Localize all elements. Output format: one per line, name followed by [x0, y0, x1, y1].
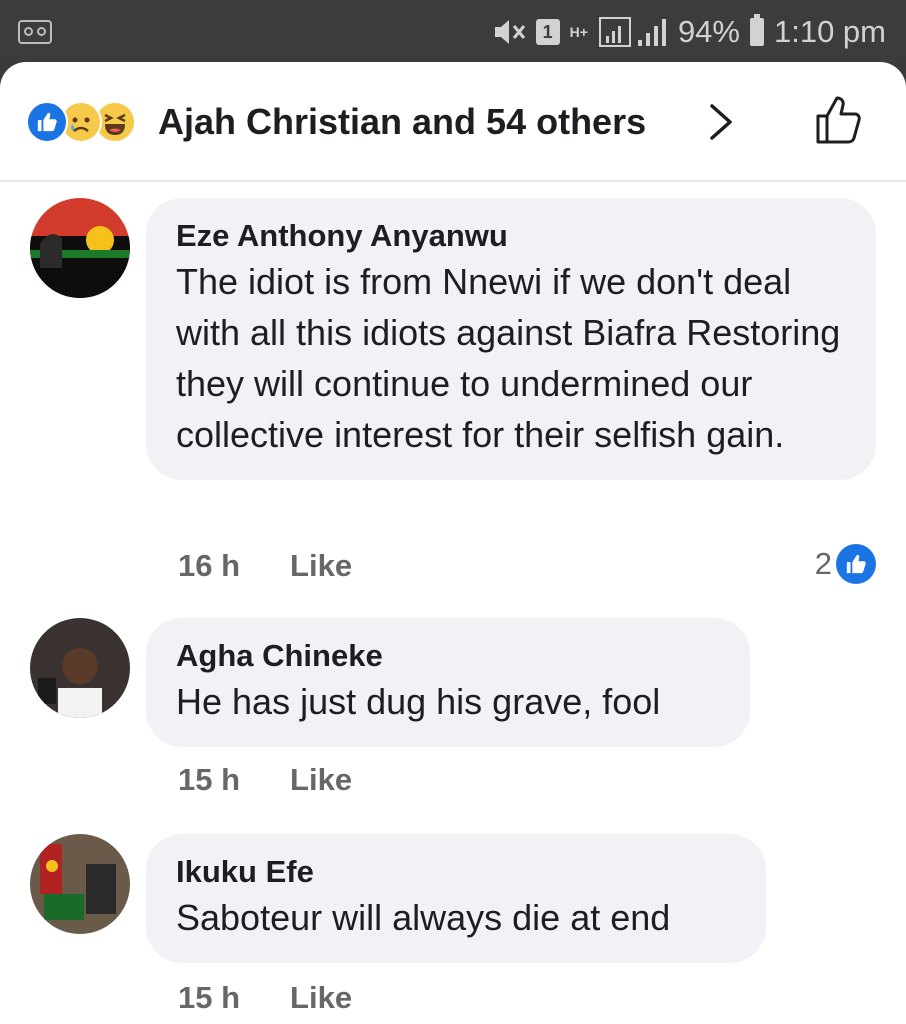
- sim-badge: 1: [535, 19, 560, 45]
- comment-like-button[interactable]: Like: [290, 978, 352, 1018]
- comment-bubble[interactable]: Agha Chineke He has just dug his grave, …: [146, 618, 750, 747]
- comment-author[interactable]: Ikuku Efe: [176, 852, 736, 892]
- comment-author[interactable]: Agha Chineke: [176, 636, 720, 676]
- comment-text: The idiot is from Nnewi if we don't deal…: [176, 261, 841, 455]
- signal-icon: [598, 16, 668, 48]
- mute-icon: [492, 17, 526, 47]
- reactions-header[interactable]: Ajah Christian and 54 others: [0, 62, 906, 182]
- comment-meta: 15 h Like: [178, 760, 352, 800]
- network-type-label: H+: [569, 24, 588, 40]
- status-bar: 1 H+ 94% 1:10 pm: [0, 0, 906, 62]
- comment-time[interactable]: 16 h: [178, 546, 240, 586]
- comment-text: Saboteur will always die at end: [176, 897, 671, 938]
- status-indicators: 1 H+ 94% 1:10 pm: [492, 10, 886, 54]
- comment-text: He has just dug his grave, fool: [176, 681, 661, 722]
- avatar[interactable]: [30, 618, 130, 718]
- battery-percent: 94%: [677, 14, 740, 49]
- like-count-value: 2: [814, 546, 832, 581]
- avatar[interactable]: [30, 198, 130, 298]
- clock: 1:10 pm: [773, 14, 886, 49]
- battery-icon: [749, 14, 764, 46]
- comment-time[interactable]: 15 h: [178, 760, 240, 800]
- chevron-right-icon[interactable]: [700, 100, 744, 144]
- avatar[interactable]: [30, 834, 130, 934]
- comments-sheet: Ajah Christian and 54 others Eze Anthony…: [0, 62, 906, 1024]
- comment-meta: 16 h Like: [178, 546, 352, 586]
- comment-bubble[interactable]: Eze Anthony Anyanwu The idiot is from Nn…: [146, 198, 876, 480]
- network-type-icon: H+: [570, 25, 588, 39]
- thumbs-up-outline-icon[interactable]: [812, 92, 868, 148]
- reaction-icons: [26, 100, 136, 144]
- like-reaction-icon: [836, 544, 876, 584]
- like-reaction-icon: [26, 101, 68, 143]
- comment-meta: 15 h Like: [178, 978, 352, 1018]
- voicemail-icon: [18, 20, 52, 44]
- reactions-summary[interactable]: Ajah Christian and 54 others: [158, 96, 646, 148]
- comment-like-count[interactable]: 2: [815, 544, 876, 584]
- comment-author[interactable]: Eze Anthony Anyanwu: [176, 216, 846, 256]
- comment-bubble[interactable]: Ikuku Efe Saboteur will always die at en…: [146, 834, 766, 963]
- comment-time[interactable]: 15 h: [178, 978, 240, 1018]
- comment-like-button[interactable]: Like: [290, 546, 352, 586]
- comment-like-button[interactable]: Like: [290, 760, 352, 800]
